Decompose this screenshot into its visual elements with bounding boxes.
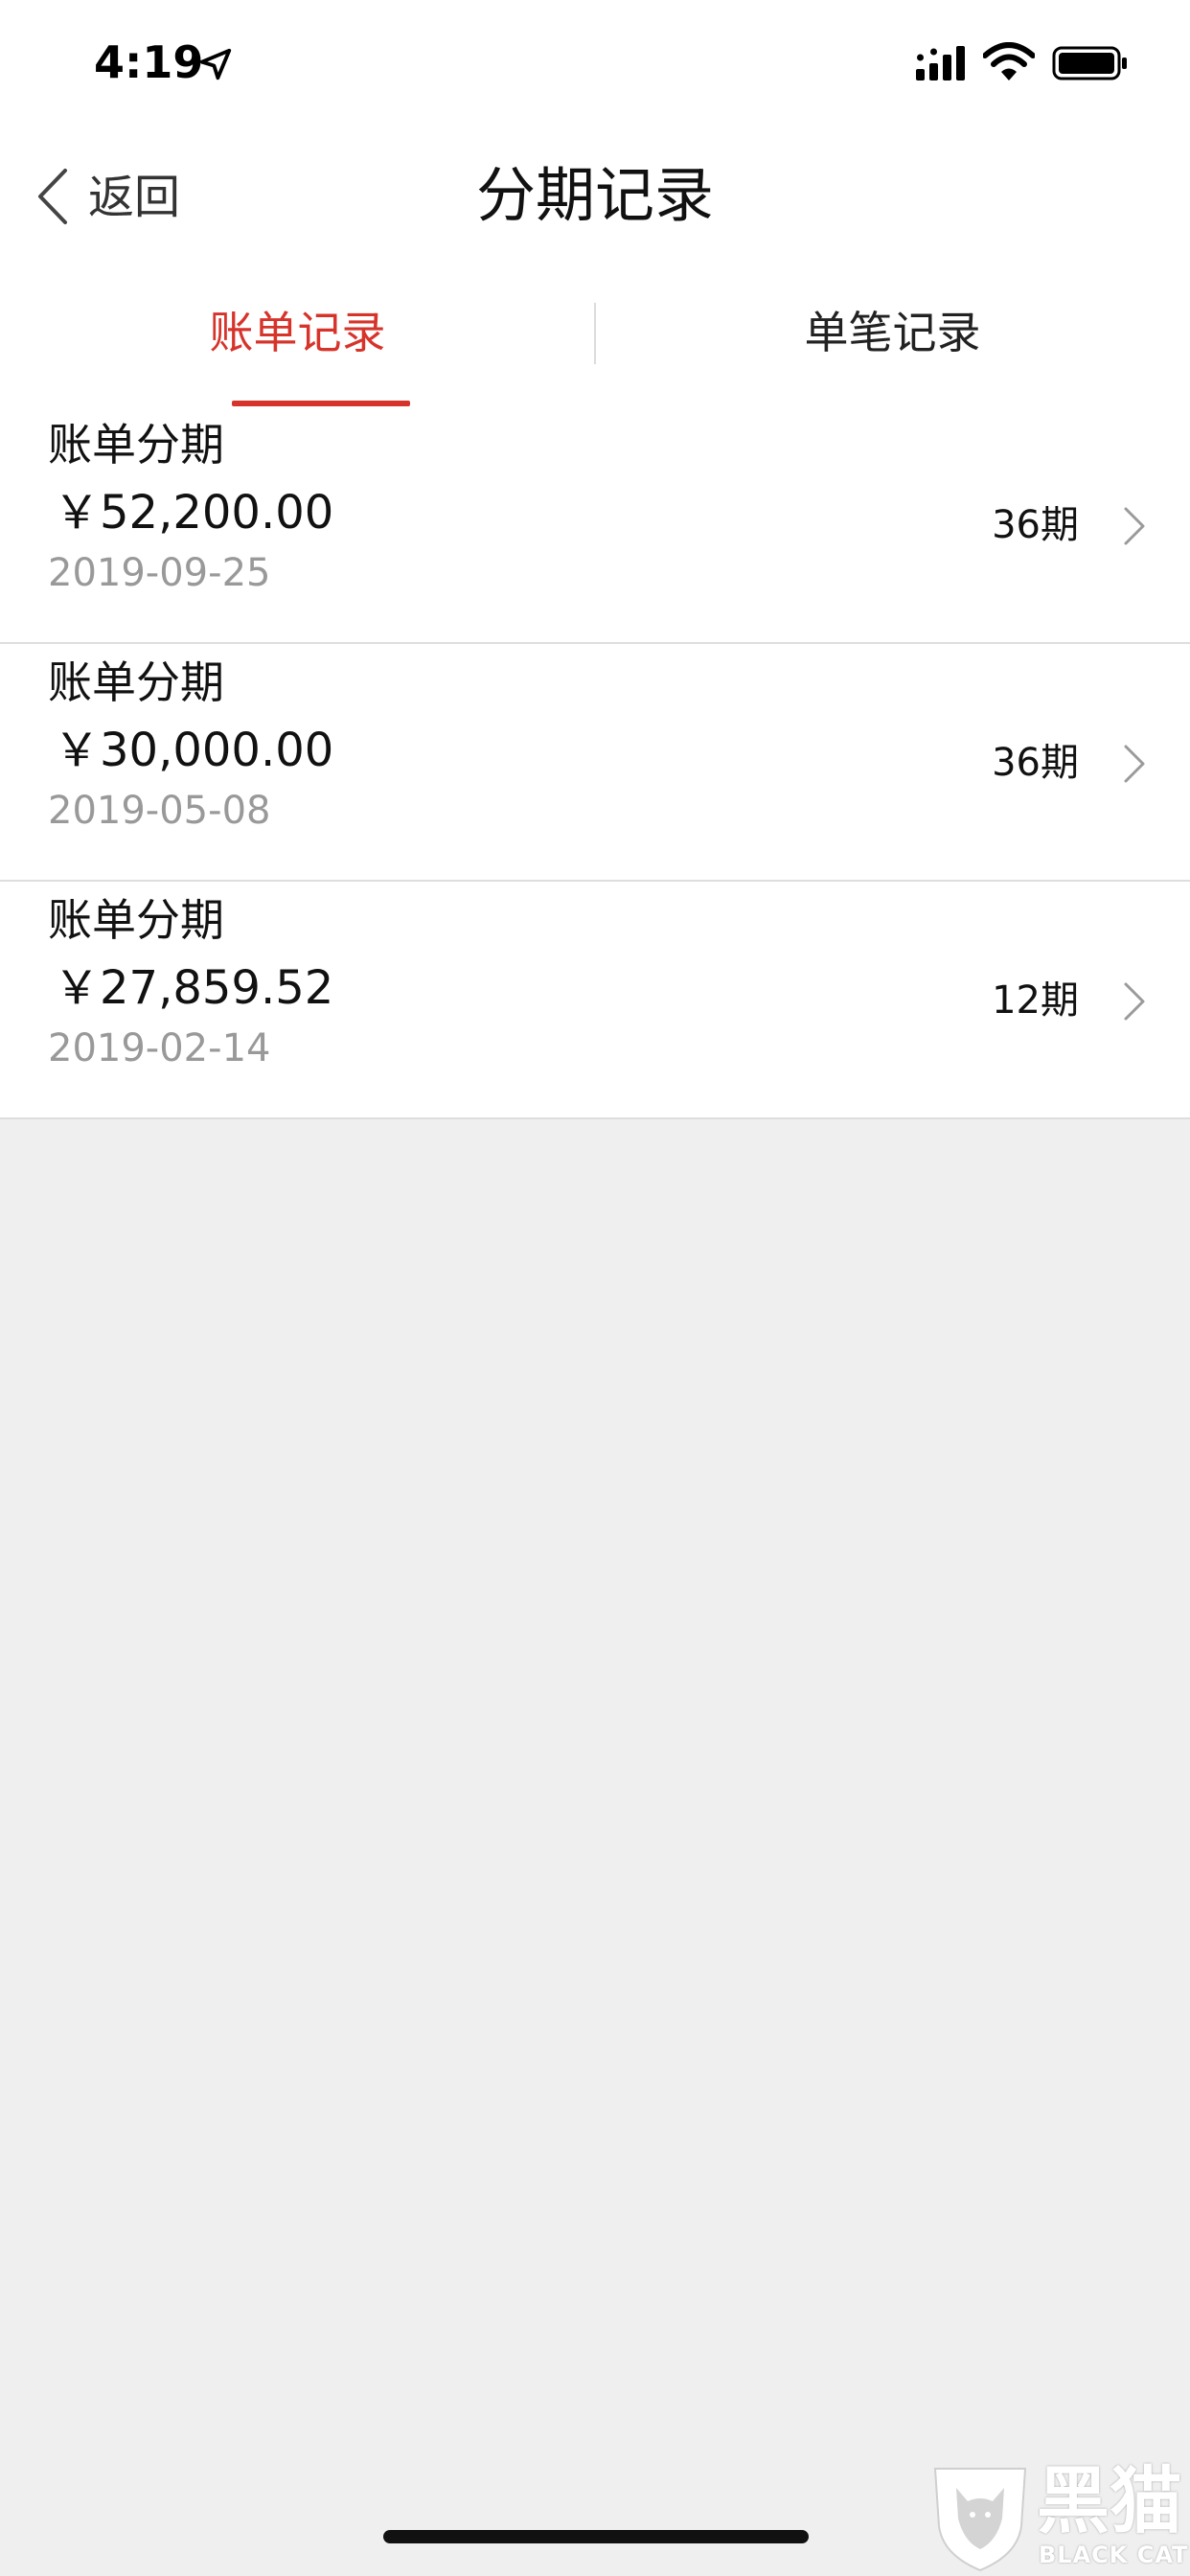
tab-single-records[interactable]: 单笔记录 — [595, 266, 1190, 406]
record-periods: 36期 — [992, 503, 1079, 547]
record-title: 账单分期 — [48, 656, 224, 708]
status-time: 4:19 — [94, 36, 204, 88]
watermark: 黑猫 BLACK CAT — [927, 2459, 1190, 2576]
record-date: 2019-05-08 — [48, 789, 271, 833]
chevron-right-icon — [1124, 982, 1145, 1021]
record-date: 2019-09-25 — [48, 551, 271, 595]
record-list: 账单分期 ￥52,200.00 2019-09-25 36期 账单分期 ￥30,… — [0, 406, 1190, 1119]
tab-label: 账单记录 — [209, 307, 386, 358]
wifi-icon — [983, 42, 1035, 80]
black-cat-logo-icon — [933, 2468, 1027, 2572]
tab-label: 单笔记录 — [804, 307, 981, 358]
list-item[interactable]: 账单分期 ￥30,000.00 2019-05-08 36期 — [0, 644, 1190, 882]
list-item[interactable]: 账单分期 ￥27,859.52 2019-02-14 12期 — [0, 882, 1190, 1119]
tab-bar: 账单记录 单笔记录 — [0, 266, 1190, 406]
record-date: 2019-02-14 — [48, 1026, 271, 1070]
record-title: 账单分期 — [48, 419, 224, 471]
home-indicator — [383, 2530, 809, 2543]
record-amount: ￥52,200.00 — [54, 486, 334, 540]
record-periods: 36期 — [992, 741, 1079, 785]
location-arrow-icon — [199, 48, 232, 80]
battery-icon — [1052, 46, 1127, 80]
record-amount: ￥27,859.52 — [54, 961, 334, 1015]
chevron-right-icon — [1124, 745, 1145, 783]
watermark-text-en: BLACK CAT — [1039, 2542, 1189, 2568]
page-title: 分期记录 — [475, 160, 714, 230]
signal-icon — [916, 46, 965, 80]
status-bar: 4:19 — [0, 0, 1190, 125]
tab-bill-records[interactable]: 账单记录 — [0, 266, 595, 406]
nav-bar: 返回 分期记录 — [0, 125, 1190, 267]
record-periods: 12期 — [992, 978, 1079, 1023]
record-title: 账单分期 — [48, 894, 224, 946]
watermark-text-cn: 黑猫 — [1037, 2458, 1182, 2543]
list-item[interactable]: 账单分期 ￥52,200.00 2019-09-25 36期 — [0, 406, 1190, 644]
chevron-right-icon — [1124, 507, 1145, 545]
record-amount: ￥30,000.00 — [54, 724, 334, 777]
